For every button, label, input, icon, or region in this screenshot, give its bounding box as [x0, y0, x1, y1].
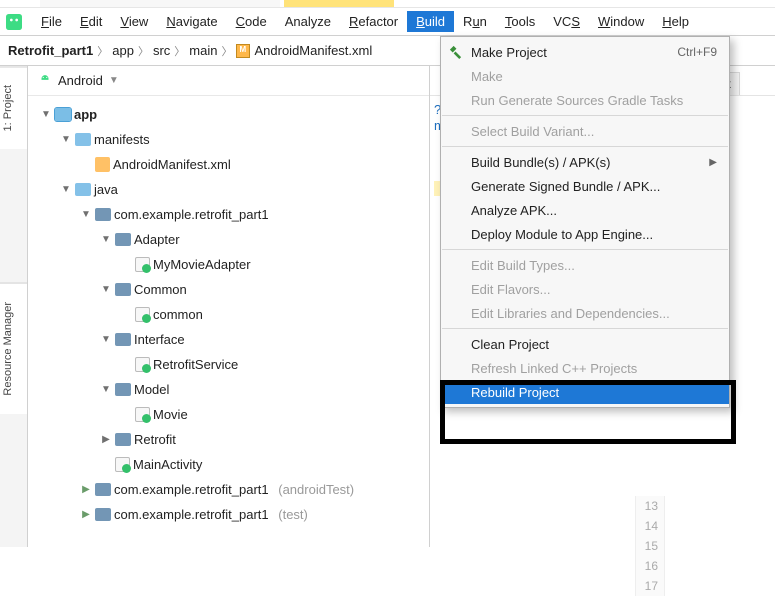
menu-navigate[interactable]: Navigate: [157, 11, 226, 32]
package-icon: [115, 283, 131, 296]
menu-view[interactable]: View: [111, 11, 157, 32]
tree-node-interface-file[interactable]: RetrofitService: [28, 352, 429, 377]
tree-node-pkg-test[interactable]: ▶com.example.retrofit_part1 (test): [28, 502, 429, 527]
titlebar-strip: [0, 0, 775, 8]
manifest-file-icon: [95, 157, 110, 172]
menu-build-bundle[interactable]: Build Bundle(s) / APK(s)▶: [441, 150, 729, 174]
kotlin-interface-icon: [135, 357, 150, 372]
tree-node-common[interactable]: ▼Common: [28, 277, 429, 302]
project-panel: Android ▼ ▼app ▼manifests AndroidManifes…: [28, 66, 430, 547]
menu-help[interactable]: Help: [653, 11, 698, 32]
android-studio-logo: [6, 14, 22, 30]
left-gutter: 1: Project Resource Manager: [0, 66, 28, 547]
menu-file[interactable]: File: [32, 11, 71, 32]
menu-clean-project[interactable]: Clean Project: [441, 332, 729, 356]
package-icon: [115, 333, 131, 346]
menu-analyze[interactable]: Analyze: [276, 11, 340, 32]
menubar: FileEditViewNavigateCodeAnalyzeRefactorB…: [0, 8, 775, 36]
tree-node-model[interactable]: ▼Model: [28, 377, 429, 402]
tree-node-adapter-file[interactable]: MyMovieAdapter: [28, 252, 429, 277]
crumb-src[interactable]: src: [153, 43, 170, 58]
menu-make-project[interactable]: Make ProjectCtrl+F9: [441, 40, 729, 64]
menu-deploy-module[interactable]: Deploy Module to App Engine...: [441, 222, 729, 246]
package-icon: [115, 233, 131, 246]
tree-node-retrofit[interactable]: ▶Retrofit: [28, 427, 429, 452]
hammer-icon: [448, 44, 463, 59]
chevron-down-icon: ▼: [109, 75, 119, 86]
tree-node-adapter[interactable]: ▼Adapter: [28, 227, 429, 252]
line-gutter: 1314151617: [635, 496, 665, 596]
tree-node-pkg[interactable]: ▼com.example.retrofit_part1: [28, 202, 429, 227]
crumb-file[interactable]: AndroidManifest.xml: [254, 43, 372, 58]
tree-node-mainactivity[interactable]: MainActivity: [28, 452, 429, 477]
chevron-right-icon: 〉: [221, 43, 232, 59]
package-icon: [95, 208, 111, 221]
package-icon: [115, 433, 131, 446]
tree-node-model-file[interactable]: Movie: [28, 402, 429, 427]
menu-vcs[interactable]: VCS: [544, 11, 589, 32]
menu-generate-signed[interactable]: Generate Signed Bundle / APK...: [441, 174, 729, 198]
kotlin-class-icon: [135, 407, 150, 422]
chevron-right-icon: 〉: [138, 43, 149, 59]
menu-refresh-cpp: Refresh Linked C++ Projects: [441, 356, 729, 380]
menu-edit[interactable]: Edit: [71, 11, 111, 32]
chevron-right-icon: 〉: [97, 43, 108, 59]
tree-node-pkg-androidtest[interactable]: ▶com.example.retrofit_part1 (androidTest…: [28, 477, 429, 502]
package-icon: [95, 508, 111, 521]
folder-icon: [75, 133, 91, 146]
tree-node-java[interactable]: ▼java: [28, 177, 429, 202]
build-menu: Make ProjectCtrl+F9 Make Run Generate So…: [440, 36, 730, 408]
android-icon: [38, 74, 52, 88]
menu-make: Make: [441, 64, 729, 88]
menu-edit-build-types: Edit Build Types...: [441, 253, 729, 277]
crumb-main[interactable]: main: [189, 43, 217, 58]
menu-run-generate: Run Generate Sources Gradle Tasks: [441, 88, 729, 112]
menu-edit-flavors: Edit Flavors...: [441, 277, 729, 301]
menu-build[interactable]: Build: [407, 11, 454, 32]
package-icon: [95, 483, 111, 496]
tab-project[interactable]: 1: Project: [0, 66, 27, 149]
menu-rebuild-project[interactable]: Rebuild Project: [441, 380, 729, 404]
kotlin-class-icon: [115, 457, 130, 472]
crumb-app[interactable]: app: [112, 43, 134, 58]
tree-node-manifest-file[interactable]: AndroidManifest.xml: [28, 152, 429, 177]
menu-code[interactable]: Code: [227, 11, 276, 32]
tab-resource-manager[interactable]: Resource Manager: [0, 283, 27, 414]
menu-select-variant: Select Build Variant...: [441, 119, 729, 143]
manifest-icon: [236, 44, 250, 58]
project-view-label: Android: [58, 73, 103, 88]
project-tree[interactable]: ▼app ▼manifests AndroidManifest.xml ▼jav…: [28, 96, 429, 533]
menu-run[interactable]: Run: [454, 11, 496, 32]
menu-refactor[interactable]: Refactor: [340, 11, 407, 32]
menu-edit-libraries: Edit Libraries and Dependencies...: [441, 301, 729, 325]
tree-node-app[interactable]: ▼app: [28, 102, 429, 127]
chevron-right-icon: 〉: [174, 43, 185, 59]
module-icon: [55, 108, 71, 121]
package-icon: [115, 383, 131, 396]
tree-node-manifests[interactable]: ▼manifests: [28, 127, 429, 152]
crumb-project[interactable]: Retrofit_part1: [8, 43, 93, 58]
menu-window[interactable]: Window: [589, 11, 653, 32]
folder-icon: [75, 183, 91, 196]
tree-node-interface[interactable]: ▼Interface: [28, 327, 429, 352]
menu-tools[interactable]: Tools: [496, 11, 544, 32]
tree-node-common-file[interactable]: common: [28, 302, 429, 327]
kotlin-file-icon: [135, 307, 150, 322]
project-view-selector[interactable]: Android ▼: [28, 66, 429, 96]
menu-analyze-apk[interactable]: Analyze APK...: [441, 198, 729, 222]
kotlin-class-icon: [135, 257, 150, 272]
submenu-arrow-icon: ▶: [709, 157, 717, 168]
